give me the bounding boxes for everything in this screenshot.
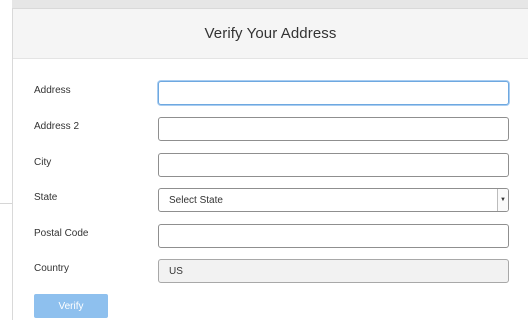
postal-code-label: Postal Code — [34, 228, 89, 239]
state-row: State Select State ▼ — [13, 188, 528, 212]
backdrop — [0, 0, 528, 8]
country-field: US — [158, 259, 509, 283]
address-input[interactable] — [158, 81, 509, 105]
address-row: Address — [13, 81, 528, 105]
country-label: Country — [34, 263, 70, 274]
country-value: US — [169, 265, 183, 277]
city-row: City — [13, 153, 528, 177]
verify-address-modal: Verify Your Address Address Address 2 Ci… — [12, 8, 528, 320]
backdrop-divider — [0, 203, 12, 204]
country-row: Country US — [13, 259, 528, 283]
modal-title: Verify Your Address — [204, 25, 337, 42]
state-label: State — [34, 192, 58, 203]
caret-down-icon[interactable]: ▼ — [497, 189, 508, 211]
state-selected-value: Select State — [169, 194, 223, 206]
address-label: Address — [34, 85, 71, 96]
city-input[interactable] — [158, 153, 509, 177]
verify-button[interactable]: Verify — [34, 294, 108, 318]
city-label: City — [34, 157, 52, 168]
postal-code-row: Postal Code — [13, 224, 528, 248]
address2-label: Address 2 — [34, 121, 80, 132]
backdrop-left — [0, 0, 12, 320]
postal-code-input[interactable] — [158, 224, 509, 248]
modal-header: Verify Your Address — [13, 9, 528, 59]
address2-input[interactable] — [158, 117, 509, 141]
address2-row: Address 2 — [13, 117, 528, 141]
state-select[interactable]: Select State ▼ — [158, 188, 509, 212]
